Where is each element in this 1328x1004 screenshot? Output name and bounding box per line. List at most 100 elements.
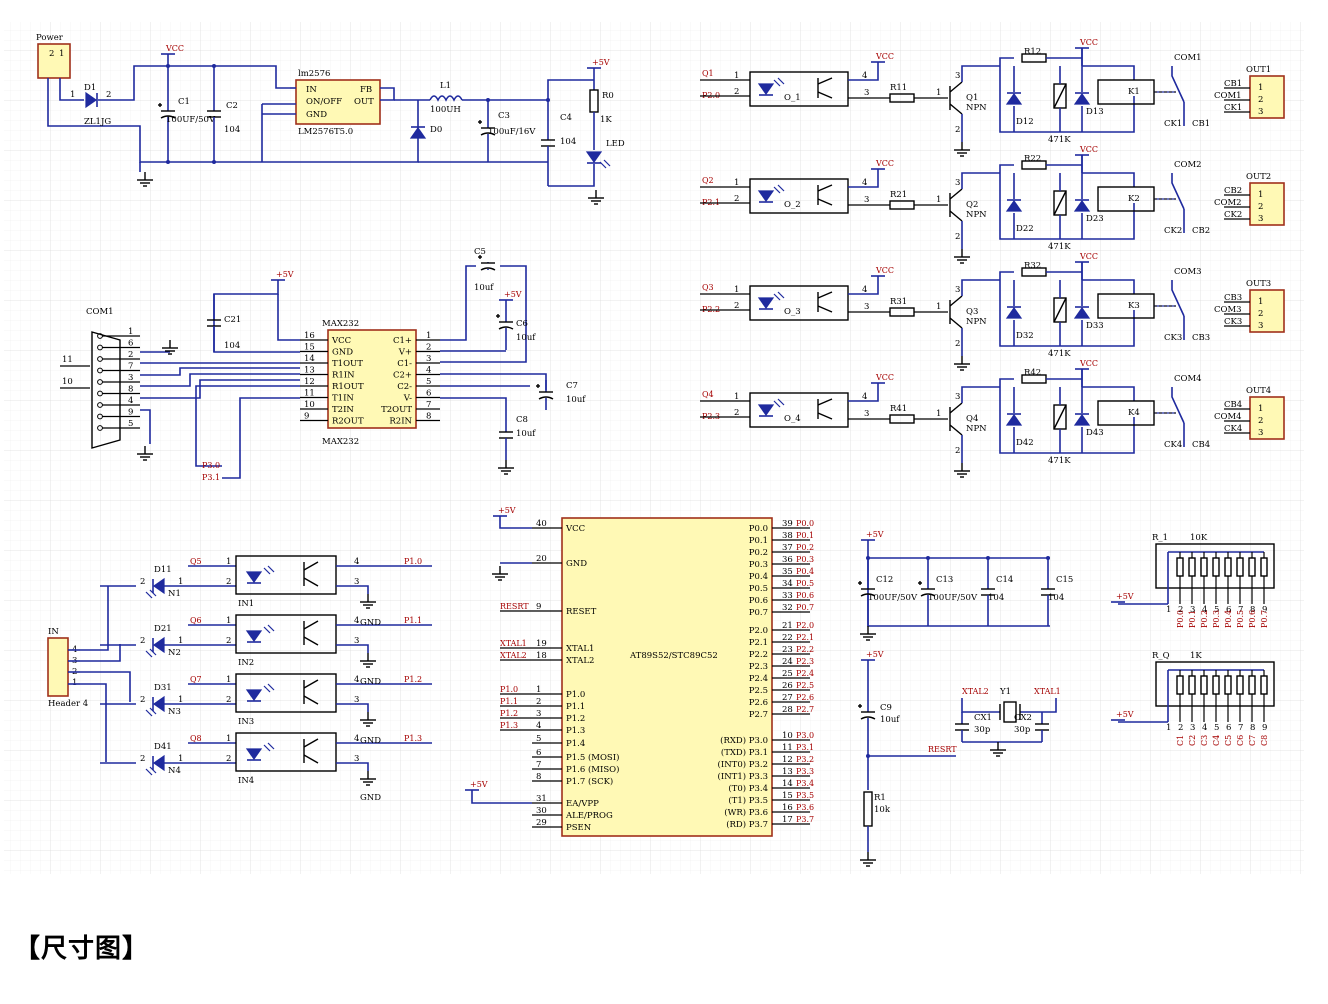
db9-label: COM1: [86, 307, 114, 317]
mcu-pin-name: (RD) P3.7: [726, 819, 768, 830]
input-diode-label: D21: [154, 624, 172, 634]
mcu-net-label: P3.7: [796, 815, 814, 824]
r0-value: 1K: [600, 115, 612, 125]
d0-label: D0: [430, 125, 442, 135]
relay-q-net: Q1: [702, 69, 714, 78]
array-net: C6: [1236, 735, 1245, 746]
relay-rtop-label: R42: [1024, 368, 1041, 378]
max232-pin-num: 15: [304, 343, 315, 353]
relay-led-label: D12: [1016, 117, 1034, 127]
relay-com-label: COM2: [1174, 160, 1202, 170]
relay-cb-label: CB3: [1192, 333, 1210, 343]
c4-label: C4: [560, 113, 572, 123]
input-q-net: Q7: [190, 675, 202, 684]
opto-label: O_1: [784, 93, 801, 103]
relay-rtop-label: R12: [1024, 47, 1041, 57]
max232-pin-num: 3: [426, 354, 431, 364]
label: 2: [1258, 309, 1263, 319]
mcu-pin-num: 6: [536, 748, 541, 758]
mcu-net-label: P3.6: [796, 803, 814, 812]
label: 2: [1258, 95, 1263, 105]
relay-diode-label: D43: [1086, 428, 1104, 438]
mcu-net-label: P0.6: [796, 591, 814, 600]
gnd-label: GND: [360, 793, 381, 803]
max232-pin-left: T1IN: [332, 394, 354, 404]
mcu-pin-num: 13: [782, 767, 793, 777]
mcu-net-label: XTAL2: [500, 651, 527, 660]
input-in-label: IN4: [238, 776, 254, 786]
mcu-pin-name: P1.0: [566, 690, 585, 700]
mcu-pin-num: 40: [536, 519, 547, 529]
max232-pin-num: 1: [426, 331, 431, 341]
input-port-net: P1.3: [404, 734, 422, 743]
xtal2-net: XTAL2: [962, 687, 989, 696]
power-header-label: Power: [36, 33, 64, 43]
mcu-pin-num: 2: [536, 697, 541, 707]
array-pin: 5: [1214, 723, 1219, 733]
c5-value: 10uf: [474, 283, 494, 293]
mcu-pin-num: 37: [782, 543, 793, 553]
mcu-pin-name: P2.5: [749, 686, 768, 696]
mcu-pin-num: 38: [782, 531, 793, 541]
decoupling-cap-label: C13: [936, 575, 953, 585]
max232-pin-left: R1OUT: [332, 382, 364, 392]
label: 1: [1258, 190, 1263, 200]
mcu-pin-name: P2.1: [749, 638, 768, 648]
input-in-label: IN2: [238, 658, 254, 668]
c5-label: C5: [474, 247, 486, 257]
max232-bottom-label: MAX232: [322, 437, 359, 447]
max232-pin-num: 2: [426, 343, 431, 353]
input-port-net: P1.0: [404, 557, 422, 566]
mcu-pin-num: 39: [782, 519, 793, 529]
mcu-net-label: XTAL1: [500, 639, 527, 648]
relay-q-net: Q4: [702, 390, 714, 399]
label: 3: [955, 285, 960, 295]
transistor-type: NPN: [966, 103, 987, 113]
array-net: P0.7: [1260, 610, 1269, 628]
c21-label: C21: [224, 315, 241, 325]
max232-pin-left: GND: [332, 348, 353, 358]
label: 2: [734, 194, 739, 204]
opto-label: O_2: [784, 200, 801, 210]
power-port-label: +5V: [470, 780, 488, 789]
relay-out-connector: [1249, 396, 1285, 440]
mcu-pin-name: P1.2: [566, 714, 585, 724]
d1-label: D1: [84, 83, 96, 93]
label: 2: [1258, 416, 1263, 426]
max232-pin-left: VCC: [331, 336, 351, 346]
label: 4: [354, 675, 359, 685]
c8-label: C8: [516, 415, 528, 425]
label: 1: [734, 71, 739, 81]
decoupling-cap-value: 100UF/50V: [868, 593, 918, 603]
max232-pin-num: 16: [304, 331, 315, 341]
label: IN: [306, 85, 317, 95]
input-q-net: Q8: [190, 734, 202, 743]
mcu-pin-num: 24: [782, 657, 793, 667]
label: 2: [226, 577, 231, 587]
mcu-pin-num: 27: [782, 693, 793, 703]
relay-q-net: Q2: [702, 176, 714, 185]
db9-pin: 3: [128, 373, 133, 383]
transistor-label: Q3: [966, 307, 978, 317]
mcu-net-label: P3.2: [796, 755, 814, 764]
label: 1: [70, 90, 75, 100]
label: 2: [49, 49, 54, 59]
label: 1: [178, 754, 183, 764]
l1-label: L1: [440, 81, 451, 91]
mcu-pin-name: (T0) P3.4: [728, 783, 768, 794]
p31-net: P3.1: [202, 473, 220, 482]
input-diode-label: D31: [154, 683, 172, 693]
c7-value: 10uf: [566, 395, 586, 405]
schematic-canvas: Power2 1D1ZL1JG1 2VCCC1100UF/50VC2104lm257…: [4, 22, 1304, 874]
mcu-pin-name: P0.6: [749, 596, 768, 606]
resrt-net: RESRT: [928, 745, 957, 754]
input-diode-label: D41: [154, 742, 172, 752]
power-port-label: VCC: [875, 159, 894, 168]
max232-pin-right: V+: [398, 348, 412, 358]
power-port-label: +5V: [592, 58, 610, 67]
label: 1: [1258, 404, 1263, 414]
label: 1: [226, 616, 231, 626]
mcu-pin-num: 5: [536, 734, 541, 744]
label: 2: [734, 408, 739, 418]
relay-out-connector: [1249, 75, 1285, 119]
